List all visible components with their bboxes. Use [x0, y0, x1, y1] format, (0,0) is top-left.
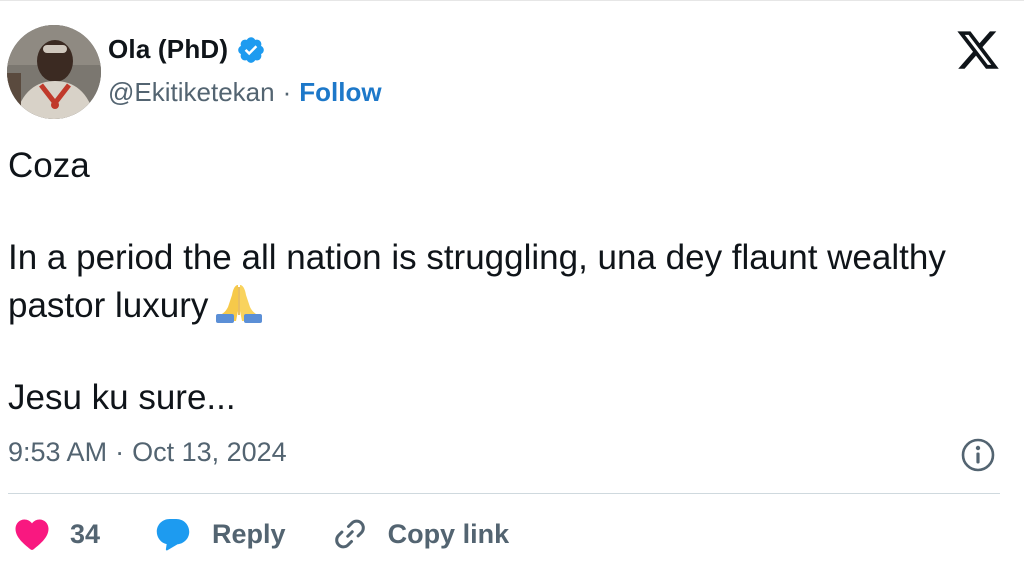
divider — [8, 493, 1000, 494]
copy-link-label: Copy link — [387, 518, 510, 549]
tweet-actions: 34 Reply Copy link — [14, 512, 509, 556]
tweet-timestamp[interactable]: 9:53 AM · Oct 13, 2024 — [8, 437, 287, 468]
heart-icon — [14, 517, 50, 551]
x-logo-icon[interactable] — [955, 27, 1001, 73]
tweet-time: 9:53 AM — [8, 437, 108, 467]
reply-button[interactable]: Reply — [154, 516, 286, 552]
reply-label: Reply — [212, 518, 286, 549]
speech-bubble-icon — [154, 516, 192, 552]
tweet-paragraph: Coza — [8, 146, 90, 185]
copy-link-button[interactable]: Copy link — [332, 516, 510, 552]
avatar-photo — [7, 25, 101, 119]
avatar[interactable] — [7, 25, 101, 119]
like-button[interactable]: 34 — [14, 517, 100, 551]
meta-separator: · — [115, 437, 125, 467]
follow-button[interactable]: Follow — [299, 77, 381, 108]
info-icon[interactable] — [960, 437, 996, 473]
tweet-paragraph: Jesu ku sure... — [8, 378, 236, 417]
tweet-text: Coza In a period the all nation is strug… — [8, 143, 998, 421]
tweet-paragraph-text: In a period the all nation is struggling… — [8, 238, 946, 325]
like-count: 34 — [70, 518, 101, 549]
author-display-name[interactable]: Ola (PhD) — [108, 34, 228, 65]
verified-badge-icon — [236, 35, 266, 65]
link-icon — [332, 516, 368, 552]
author-name-row: Ola (PhD) — [108, 34, 266, 65]
tweet-date: Oct 13, 2024 — [132, 437, 287, 467]
tweet-embed-card: Ola (PhD) @Ekitiketekan · Follow Coza In… — [0, 0, 1024, 563]
folded-hands-emoji — [214, 281, 264, 323]
author-handle[interactable]: @Ekitiketekan — [108, 77, 275, 108]
handle-separator: · — [282, 77, 292, 107]
tweet-paragraph: In a period the all nation is struggling… — [8, 235, 998, 329]
author-handle-row: @Ekitiketekan · Follow — [108, 77, 382, 108]
